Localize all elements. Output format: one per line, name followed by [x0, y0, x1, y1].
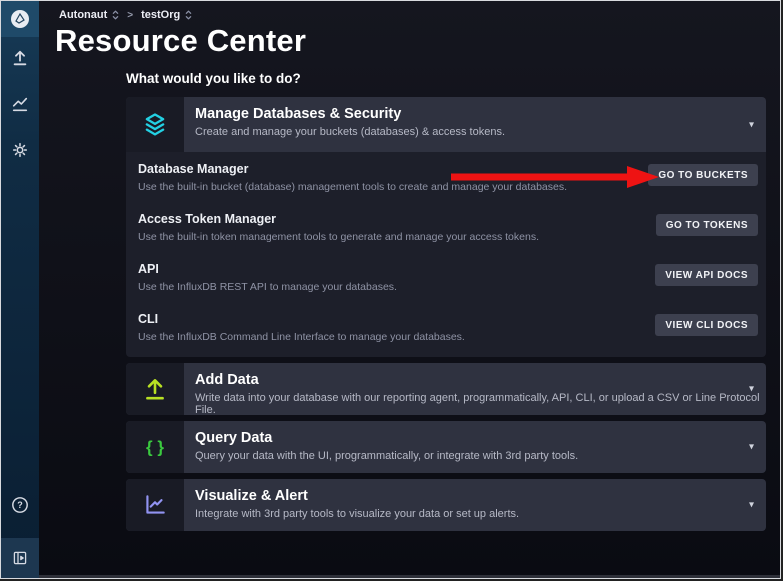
panel-manage-body: Database Manager Use the built-in bucket…: [126, 152, 766, 357]
breadcrumb-org-label: testOrg: [141, 9, 180, 21]
go-to-tokens-button[interactable]: GO TO TOKENS: [656, 214, 758, 236]
resource-center-content: What would you like to do? Manage Databa…: [126, 71, 766, 537]
row-access-token-manager: Access Token Manager Use the built-in to…: [126, 207, 766, 257]
braces-icon: { }: [126, 421, 184, 473]
chevron-down-icon: ▾: [749, 384, 754, 395]
sort-caret-icon: [185, 9, 192, 21]
row-api: API Use the InfluxDB REST API to manage …: [126, 257, 766, 307]
breadcrumb-account-dropdown[interactable]: Autonaut: [59, 9, 119, 21]
breadcrumb-separator: >: [127, 10, 133, 21]
panel-title: Query Data: [195, 430, 578, 446]
upload-data-icon[interactable]: [11, 49, 29, 67]
graph-icon[interactable]: [11, 95, 29, 113]
gear-icon[interactable]: [11, 141, 29, 159]
main-area: Autonaut > testOrg Resource Center What …: [39, 1, 780, 578]
panel-description: Write data into your database with our r…: [195, 392, 766, 415]
layers-icon: [126, 97, 184, 152]
panel-visualize-alert: Visualize & Alert Integrate with 3rd par…: [126, 479, 766, 531]
chevron-down-icon: ▾: [749, 119, 754, 130]
panel-query-data-header[interactable]: { } Query Data Query your data with the …: [126, 421, 766, 473]
help-icon[interactable]: ?: [1, 496, 39, 514]
sidebar: ?: [1, 1, 39, 578]
app-window: ? Autonaut > testOrg: [0, 0, 781, 579]
influxdb-logo[interactable]: [1, 1, 39, 37]
panel-description: Integrate with 3rd party tools to visual…: [195, 508, 519, 520]
chart-line-icon: [126, 479, 184, 531]
chevron-down-icon: ▾: [749, 500, 754, 511]
window-bottom-edge: [39, 575, 780, 578]
panel-title: Visualize & Alert: [195, 488, 519, 504]
upload-icon: [126, 363, 184, 415]
panel-manage-databases: Manage Databases & Security Create and m…: [126, 97, 766, 357]
svg-text:?: ?: [17, 500, 23, 510]
svg-text:{ }: { }: [146, 438, 164, 457]
panel-manage-header[interactable]: Manage Databases & Security Create and m…: [126, 97, 766, 152]
panel-title: Manage Databases & Security: [195, 106, 505, 122]
breadcrumb-account-label: Autonaut: [59, 9, 107, 21]
panel-title: Add Data: [195, 372, 766, 388]
panel-description: Query your data with the UI, programmati…: [195, 450, 578, 462]
panel-add-data: Add Data Write data into your database w…: [126, 363, 766, 415]
panel-add-data-header[interactable]: Add Data Write data into your database w…: [126, 363, 766, 415]
breadcrumb: Autonaut > testOrg: [59, 9, 192, 21]
sort-caret-icon: [112, 9, 119, 21]
panel-query-data: { } Query Data Query your data with the …: [126, 421, 766, 473]
view-api-docs-button[interactable]: VIEW API DOCS: [655, 264, 758, 286]
row-cli: CLI Use the InfluxDB Command Line Interf…: [126, 307, 766, 357]
chevron-down-icon: ▾: [749, 442, 754, 453]
page-title: Resource Center: [55, 23, 306, 59]
section-question: What would you like to do?: [126, 71, 766, 86]
view-cli-docs-button[interactable]: VIEW CLI DOCS: [655, 314, 758, 336]
sidebar-nav: [1, 37, 39, 159]
panel-description: Create and manage your buckets (database…: [195, 126, 505, 138]
panel-visualize-alert-header[interactable]: Visualize & Alert Integrate with 3rd par…: [126, 479, 766, 531]
go-to-buckets-button[interactable]: GO TO BUCKETS: [648, 164, 758, 186]
breadcrumb-org-dropdown[interactable]: testOrg: [141, 9, 192, 21]
expand-sidebar-icon[interactable]: [1, 538, 39, 578]
row-database-manager: Database Manager Use the built-in bucket…: [126, 157, 766, 207]
